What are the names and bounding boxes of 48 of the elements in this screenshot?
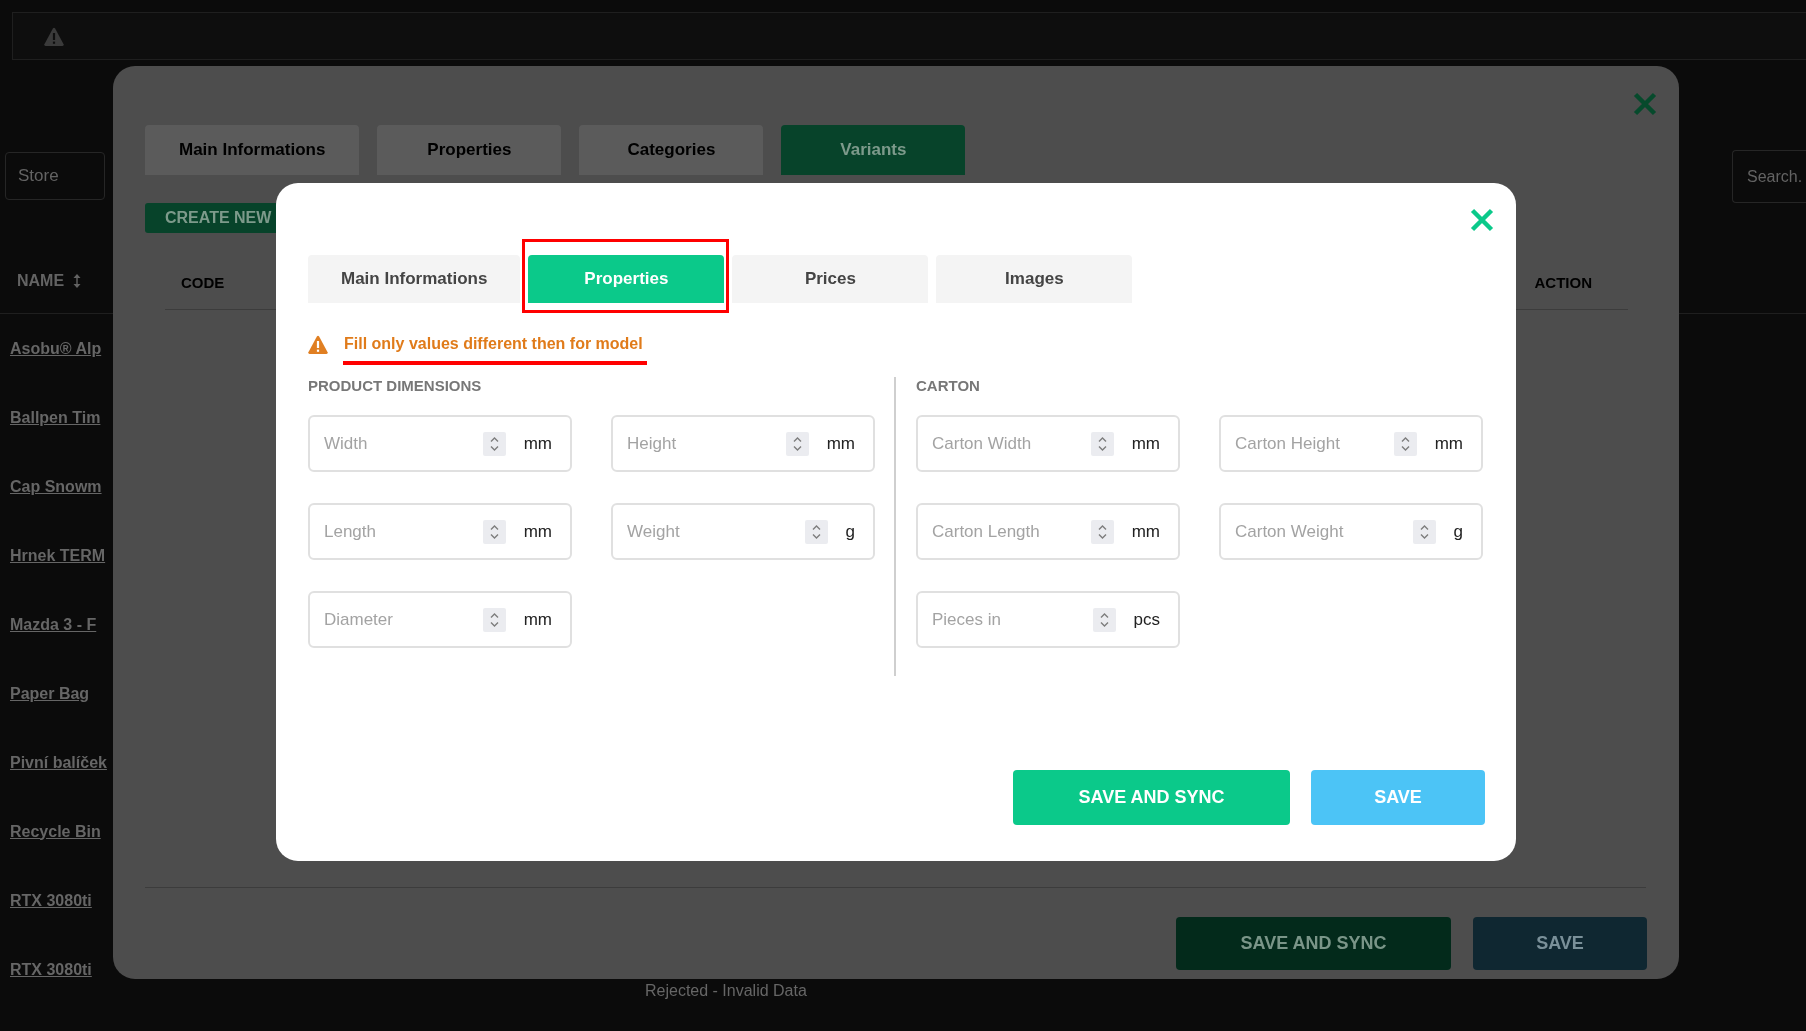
tab[interactable]: Prices [732,255,929,303]
product-link[interactable]: Asobu® Alp [10,336,102,361]
tab[interactable]: Properties [528,255,725,303]
warning-text: Fill only values different then for model [344,334,643,354]
warning-icon [44,26,64,46]
tab[interactable]: Properties [377,125,562,175]
unit-label: g [845,520,855,543]
sync-button[interactable]: SAVE AND SYNC [1176,917,1451,970]
unit-label: mm [523,520,552,543]
save-button[interactable]: SAVE [1311,770,1485,825]
section-heading: CARTON [916,377,981,395]
search-field[interactable]: Search. [1732,150,1806,203]
status-text: Rejected - Invalid Data [645,981,807,1000]
close-icon [1633,92,1657,116]
section-heading: PRODUCT DIMENSIONS [308,377,483,395]
unit-label: mm [1131,520,1160,543]
sync-button[interactable]: SAVE AND SYNC [1013,770,1290,825]
tab[interactable]: Categories [579,125,764,175]
product-link[interactable]: Mazda 3 - F [10,612,97,637]
tab[interactable]: Images [936,255,1133,303]
product-link[interactable]: Paper Bag [10,681,90,706]
product-link[interactable]: RTX 3080ti [10,888,92,913]
product-link[interactable]: Ballpen Tim [10,405,101,430]
column-header: NAME [17,271,65,291]
tab[interactable]: Main Informations [308,255,521,303]
unit-label: mm [523,608,552,631]
unit-label: mm [523,432,552,455]
warning-icon [308,334,328,354]
sort-icon[interactable] [72,273,83,289]
create-button[interactable]: CREATE NEW [145,203,276,233]
close-icon [1470,208,1494,232]
unit-label: mm [1434,432,1463,455]
product-link[interactable]: Pivní balíček [10,750,107,775]
unit-label: mm [826,432,855,455]
column-header: ACTION [1534,272,1592,293]
product-link[interactable]: Cap Snowm [10,474,102,499]
store-select[interactable]: Store [5,152,105,200]
tab[interactable]: Main Informations [145,125,360,175]
product-link[interactable]: Recycle Bin [10,819,101,844]
product-link[interactable]: RTX 3080ti [10,957,92,982]
unit-label: mm [1131,432,1160,455]
close-button[interactable] [1470,208,1494,232]
unit-label: pcs [1133,608,1160,631]
save-button[interactable]: SAVE [1473,917,1647,970]
unit-label: g [1453,520,1463,543]
tab[interactable]: Variants [781,125,966,175]
product-link[interactable]: Hrnek TERM [10,543,106,568]
column-header: CODE [181,272,225,293]
